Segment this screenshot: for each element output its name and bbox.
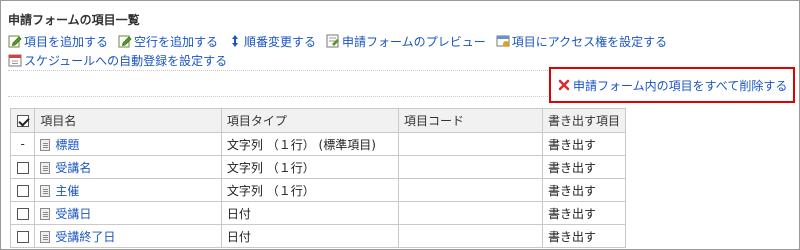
form-preview-link[interactable]: 申請フォームのプレビュー	[326, 33, 486, 50]
item-type-cell: 日付	[220, 201, 399, 225]
delete-all-items-label[interactable]: 申請フォーム内の項目をすべて削除する	[573, 77, 787, 94]
edit-icon	[118, 35, 132, 48]
access-rights-link[interactable]: 項目にアクセス権を設定する	[496, 33, 667, 50]
table-row: 主催 文字列 （１行） 書き出す	[9, 178, 627, 202]
item-code-cell	[397, 178, 543, 202]
add-blank-row-link[interactable]: 空行を追加する	[118, 33, 218, 50]
document-icon	[40, 185, 51, 197]
select-all-header	[9, 108, 36, 133]
add-blank-row-label[interactable]: 空行を追加する	[134, 33, 218, 50]
header-item-type[interactable]: 項目タイプ	[220, 108, 399, 133]
item-name-link[interactable]: 標題	[55, 138, 79, 152]
item-code-cell	[397, 224, 543, 248]
row-check-cell	[9, 224, 36, 248]
row-check-cell	[9, 178, 36, 202]
items-table: 項目名 項目タイプ 項目コード 書き出す項目 - 標題 文字列 （１行） (標準…	[9, 108, 627, 248]
item-name-cell: 受講終了日	[34, 224, 222, 248]
action-links: 項目を追加する 空行を追加する 順番変更する 申請フォームのプレビュー 項目にア…	[8, 32, 788, 70]
access-rights-label[interactable]: 項目にアクセス権を設定する	[512, 33, 667, 50]
delete-all-items-link[interactable]: 申請フォーム内の項目をすべて削除する	[557, 77, 787, 94]
document-icon	[40, 162, 51, 174]
access-rights-icon	[496, 35, 510, 47]
calendar-icon	[8, 54, 22, 67]
table-header-row: 項目名 項目タイプ 項目コード 書き出す項目	[9, 108, 627, 133]
form-preview-icon	[326, 34, 340, 48]
edit-icon	[8, 35, 22, 48]
delete-x-icon	[558, 79, 570, 91]
table-row: 受講終了日 日付 書き出す	[9, 224, 627, 248]
divider	[8, 96, 548, 97]
change-order-label[interactable]: 順番変更する	[244, 33, 316, 50]
table-row: - 標題 文字列 （１行） (標準項目) 書き出す	[9, 132, 627, 156]
row-check-cell	[9, 155, 36, 179]
row-checkbox[interactable]	[16, 230, 29, 243]
add-item-link[interactable]: 項目を追加する	[8, 33, 108, 50]
add-item-label[interactable]: 項目を追加する	[24, 33, 108, 50]
item-name-link[interactable]: 受講名	[55, 161, 91, 175]
item-code-cell	[397, 201, 543, 225]
item-name-link[interactable]: 受講終了日	[55, 230, 115, 244]
item-output-cell: 書き出す	[541, 155, 627, 179]
item-name-link[interactable]: 受講日	[55, 207, 91, 221]
header-item-code[interactable]: 項目コード	[397, 108, 543, 133]
item-type-cell: 文字列 （１行）	[220, 155, 399, 179]
item-name-cell: 標題	[34, 132, 222, 156]
schedule-auto-register-link[interactable]: スケジュールへの自動登録を設定する	[8, 52, 227, 69]
select-all-checkbox[interactable]	[16, 115, 29, 127]
form-preview-label[interactable]: 申請フォームのプレビュー	[342, 33, 486, 50]
document-icon	[40, 208, 51, 220]
change-order-link[interactable]: 順番変更する	[228, 33, 316, 50]
schedule-auto-register-label[interactable]: スケジュールへの自動登録を設定する	[24, 52, 227, 69]
row-checkbox[interactable]	[16, 161, 29, 174]
row-checkbox[interactable]	[16, 207, 29, 220]
item-name-cell: 主催	[34, 178, 222, 202]
row-check-cell: -	[9, 132, 36, 156]
item-name-cell: 受講名	[34, 155, 222, 179]
item-output-cell: 書き出す	[541, 201, 627, 225]
row-check-dash: -	[20, 137, 25, 151]
row-check-cell	[9, 201, 36, 225]
table-row: 受講日 日付 書き出す	[9, 201, 627, 225]
item-name-cell: 受講日	[34, 201, 222, 225]
item-code-cell	[397, 132, 543, 156]
item-name-link[interactable]: 主催	[55, 184, 79, 198]
item-output-cell: 書き出す	[541, 178, 627, 202]
item-type-cell: 文字列 （１行）	[220, 178, 399, 202]
item-type-cell: 日付	[220, 224, 399, 248]
sort-arrows-icon	[232, 35, 239, 47]
item-output-cell: 書き出す	[541, 132, 627, 156]
table-row: 受講名 文字列 （１行） 書き出す	[9, 155, 627, 179]
item-code-cell	[397, 155, 543, 179]
item-output-cell: 書き出す	[541, 224, 627, 248]
row-checkbox[interactable]	[16, 184, 29, 197]
header-item-name[interactable]: 項目名	[34, 108, 222, 133]
document-icon	[40, 139, 51, 151]
document-icon	[40, 231, 51, 243]
action-row-1: 項目を追加する 空行を追加する 順番変更する 申請フォームのプレビュー 項目にア…	[8, 32, 788, 50]
section-title: 申請フォームの項目一覧	[8, 13, 140, 27]
item-type-cell: 文字列 （１行） (標準項目)	[220, 132, 399, 156]
delete-all-items-highlight: 申請フォーム内の項目をすべて削除する	[549, 67, 795, 103]
header-output-item[interactable]: 書き出す項目	[541, 108, 627, 133]
